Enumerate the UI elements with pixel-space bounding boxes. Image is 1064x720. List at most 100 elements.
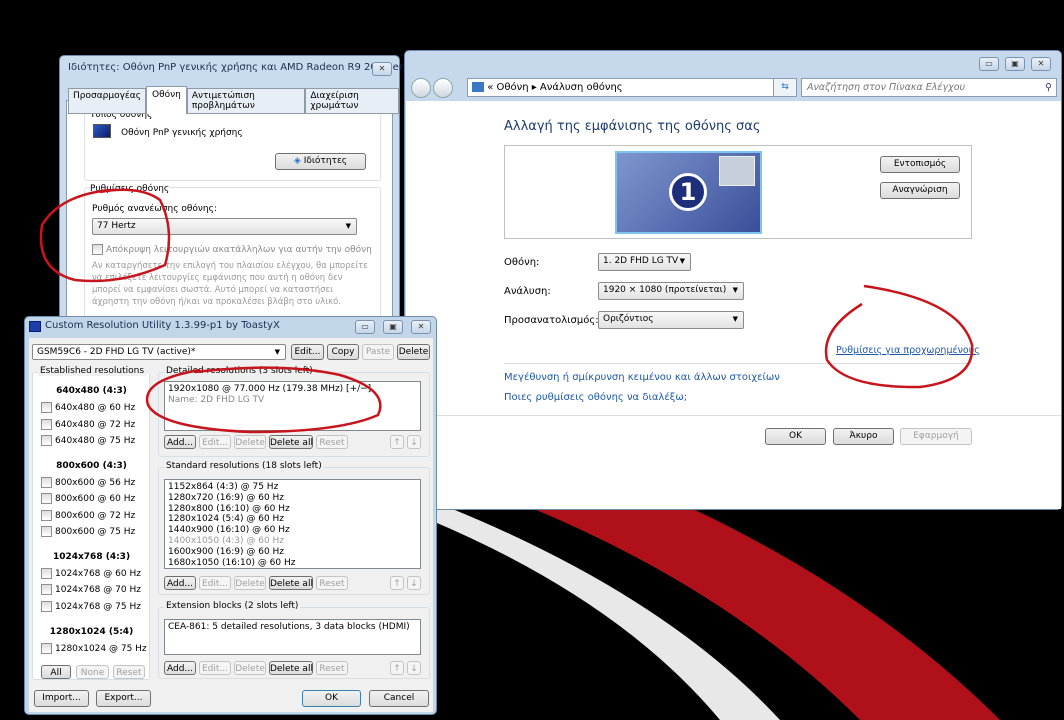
delete-button[interactable]: Delete [234, 576, 266, 590]
search-input[interactable]: Αναζήτηση στον Πίνακα Ελέγχου ⚲ [801, 78, 1057, 97]
established-checkbox[interactable]: 800x600 @ 75 Hz [41, 526, 135, 537]
delete-all-button[interactable]: Delete all [269, 576, 313, 590]
reset-established-button[interactable]: Reset [113, 665, 145, 679]
delete-all-button[interactable]: Delete all [269, 661, 313, 675]
close-button[interactable]: ✕ [372, 62, 392, 76]
edit-monitor-button[interactable]: Edit... [291, 344, 324, 360]
add-button[interactable]: Add... [164, 576, 196, 590]
back-button[interactable] [411, 78, 431, 98]
paste-button[interactable]: Paste [362, 344, 394, 360]
list-item[interactable]: 1280x800 (16:10) @ 60 Hz [168, 504, 417, 515]
hide-modes-checkbox[interactable]: Απόκρυψη λειτουργιών ακατάλληλων για αυτ… [92, 244, 372, 255]
address-bar[interactable]: « Οθόνη ▸ Ανάλυση οθόνης ▼ [467, 78, 797, 97]
detect-button[interactable]: Εντοπισμός [880, 156, 960, 173]
list-item[interactable]: 1280x1024 (5:4) @ 60 Hz [168, 514, 417, 525]
established-checkbox[interactable]: 800x600 @ 56 Hz [41, 477, 135, 488]
page-title: Αλλαγή της εμφάνισης της οθόνης σας [504, 119, 761, 134]
monitor-1-thumbnail[interactable]: 1 [615, 151, 762, 234]
established-checkbox[interactable]: 800x600 @ 72 Hz [41, 510, 135, 521]
monitor-select[interactable]: GSM59C6 - 2D FHD LG TV (active)* ▼ [32, 344, 286, 360]
text-size-link[interactable]: Μεγέθυνση ή σμίκρυνση κειμένου και άλλων… [504, 372, 780, 383]
established-checkbox[interactable]: 1280x1024 @ 75 Hz [41, 643, 147, 654]
reset-button[interactable]: Reset [316, 435, 348, 449]
detailed-list[interactable]: 1920x1080 @ 77.000 Hz (179.38 MHz) [+/−]… [164, 381, 421, 431]
ok-button[interactable]: OK [765, 428, 826, 445]
reset-button[interactable]: Reset [316, 661, 348, 675]
maximize-button[interactable]: ▣ [383, 320, 403, 334]
edit-button[interactable]: Edit... [199, 576, 231, 590]
move-up-button[interactable]: ↑ [390, 661, 404, 675]
add-button[interactable]: Add... [164, 435, 196, 449]
reset-button[interactable]: Reset [316, 576, 348, 590]
move-down-button[interactable]: ↓ [407, 435, 421, 449]
tab-troubleshoot[interactable]: Αντιμετώπιση προβλημάτων [186, 88, 306, 114]
established-checkbox[interactable]: 1024x768 @ 70 Hz [41, 584, 141, 595]
extension-list[interactable]: CEA-861: 5 detailed resolutions, 3 data … [164, 619, 421, 655]
list-item[interactable]: 1440x900 (16:10) @ 60 Hz [168, 525, 417, 536]
breadcrumb-resolution[interactable]: Ανάλυση οθόνης [540, 82, 623, 93]
delete-button[interactable]: Delete [234, 661, 266, 675]
established-checkbox[interactable]: 640x480 @ 60 Hz [41, 402, 135, 413]
refresh-icon[interactable]: ⇆ [773, 78, 797, 97]
select-all-button[interactable]: All [41, 665, 71, 679]
list-item[interactable]: 1280x720 (16:9) @ 60 Hz [168, 493, 417, 504]
established-checkbox[interactable]: 640x480 @ 72 Hz [41, 419, 135, 430]
shield-icon: ◈ [293, 156, 301, 166]
maximize-button[interactable]: ▣ [1005, 57, 1025, 71]
established-checkbox[interactable]: 1024x768 @ 75 Hz [41, 601, 141, 612]
add-button[interactable]: Add... [164, 661, 196, 675]
display-settings-group: Ρυθμίσεις οθόνης Ρυθμός ανανέωσης οθόνης… [84, 184, 381, 321]
list-item[interactable]: 1920x1080 @ 77.000 Hz (179.38 MHz) [+/−] [168, 384, 417, 395]
import-button[interactable]: Import... [34, 690, 89, 707]
move-up-button[interactable]: ↑ [390, 576, 404, 590]
tab-color-management[interactable]: Διαχείριση χρωμάτων [305, 88, 399, 114]
search-icon: ⚲ [1045, 82, 1052, 93]
group-label: Ρυθμίσεις οθόνης [90, 184, 170, 194]
resolution-select[interactable]: 1920 × 1080 (προτείνεται) ▼ [598, 282, 744, 300]
established-checkbox[interactable]: 640x480 @ 75 Hz [41, 435, 135, 446]
display-help-link[interactable]: Ποιες ρυθμίσεις οθόνης να διαλέξω; [504, 392, 687, 403]
move-down-button[interactable]: ↓ [407, 576, 421, 590]
delete-all-button[interactable]: Delete all [269, 435, 313, 449]
minimize-button[interactable]: ▭ [355, 320, 375, 334]
orientation-label: Προσανατολισμός: [504, 315, 599, 326]
minimize-button[interactable]: ▭ [979, 57, 999, 71]
standard-group: Standard resolutions (18 slots left) 115… [158, 461, 430, 595]
tab-panel: Τύπος οθόνης Οθόνη PnP γενικής χρήσης ◈ … [66, 100, 393, 322]
established-checkbox[interactable]: 800x600 @ 60 Hz [41, 493, 135, 504]
identify-button[interactable]: Αναγνώριση [880, 182, 960, 199]
move-up-button[interactable]: ↑ [390, 435, 404, 449]
edit-button[interactable]: Edit... [199, 435, 231, 449]
ok-button[interactable]: OK [302, 690, 361, 707]
breadcrumb-display[interactable]: Οθόνη [497, 82, 529, 93]
list-item[interactable]: CEA-861: 5 detailed resolutions, 3 data … [168, 622, 417, 633]
close-button[interactable]: ✕ [1031, 57, 1051, 71]
tab-adapter[interactable]: Προσαρμογέας [68, 88, 146, 114]
tab-monitor[interactable]: Οθόνη [145, 86, 187, 114]
export-button[interactable]: Export... [96, 690, 151, 707]
established-checkbox[interactable]: 1024x768 @ 60 Hz [41, 568, 141, 579]
edit-button[interactable]: Edit... [199, 661, 231, 675]
tab-bar: Προσαρμογέας Οθόνη Αντιμετώπιση προβλημά… [68, 86, 399, 114]
advanced-settings-link[interactable]: Ρυθμίσεις για προχωρημένους [836, 345, 980, 356]
list-item[interactable]: 1600x900 (16:9) @ 60 Hz [168, 547, 417, 558]
properties-button[interactable]: ◈ Ιδιότητες [275, 153, 366, 170]
list-item[interactable]: 1400x1050 (4:3) @ 60 Hz [168, 536, 417, 547]
list-item[interactable]: 1680x1050 (16:10) @ 60 Hz [168, 558, 417, 568]
delete-button[interactable]: Delete [234, 435, 266, 449]
delete-monitor-button[interactable]: Delete [397, 344, 430, 360]
copy-button[interactable]: Copy [327, 344, 359, 360]
close-button[interactable]: ✕ [411, 320, 431, 334]
move-down-button[interactable]: ↓ [407, 661, 421, 675]
breadcrumb-overflow[interactable]: « [487, 82, 493, 93]
select-none-button[interactable]: None [76, 665, 109, 679]
orientation-select[interactable]: Οριζόντιος ▼ [598, 311, 744, 329]
cancel-button[interactable]: Cancel [369, 690, 429, 707]
apply-button[interactable]: Εφαρμογή [900, 428, 972, 445]
list-item[interactable]: 1152x864 (4:3) @ 75 Hz [168, 482, 417, 493]
display-select[interactable]: 1. 2D FHD LG TV ▼ [598, 253, 691, 271]
cancel-button[interactable]: Άκυρο [833, 428, 894, 445]
forward-button[interactable] [433, 78, 453, 98]
standard-list[interactable]: 1152x864 (4:3) @ 75 Hz 1280x720 (16:9) @… [164, 479, 421, 569]
refresh-rate-select[interactable]: 77 Hertz ▼ [92, 218, 357, 235]
